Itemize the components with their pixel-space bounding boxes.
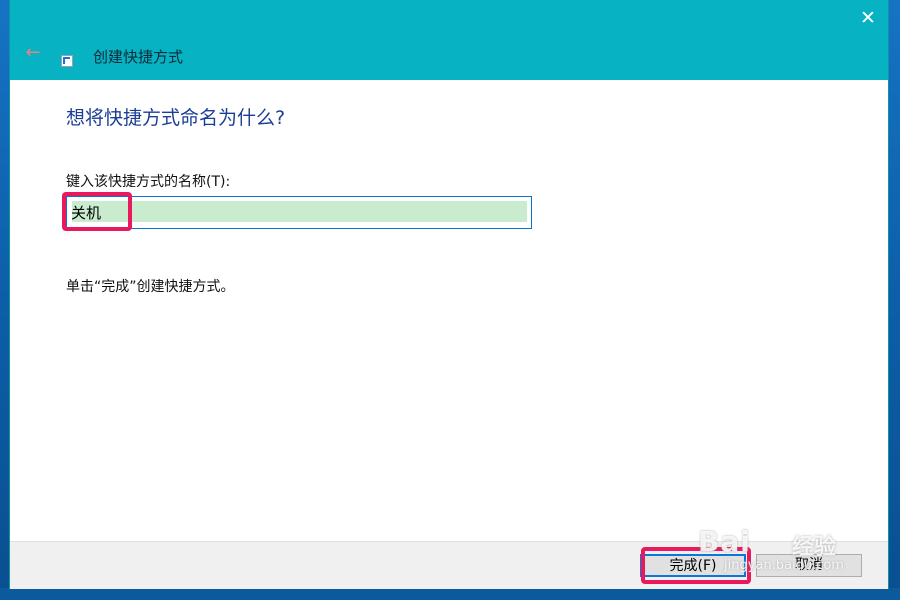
desktop-background-right <box>888 0 900 600</box>
annotation-box-name <box>62 192 132 231</box>
shortcut-icon <box>61 55 73 67</box>
baidu-jingyan-watermark: Bai 经验 jingyan.baidu.com <box>680 525 880 575</box>
desktop-background-left <box>0 0 10 600</box>
shortcut-name-input[interactable]: 关机 <box>66 196 532 229</box>
back-arrow-icon[interactable]: ← <box>22 42 44 64</box>
instruction-text: 单击“完成”创建快捷方式。 <box>66 279 235 295</box>
name-field-label: 键入该快捷方式的名称(T): <box>66 174 231 190</box>
watermark-cn: 经验 <box>792 535 837 560</box>
create-shortcut-window: ← 创建快捷方式 ✕ 想将快捷方式命名为什么? 键入该快捷方式的名称(T): 关… <box>10 0 888 589</box>
wizard-title: 创建快捷方式 <box>93 48 184 66</box>
page-heading: 想将快捷方式命名为什么? <box>66 107 286 129</box>
watermark-brand: Bai <box>698 525 751 558</box>
desktop-background-bottom <box>0 588 900 600</box>
watermark-url: jingyan.baidu.com <box>724 558 844 573</box>
close-icon[interactable]: ✕ <box>856 6 880 30</box>
titlebar: ← 创建快捷方式 ✕ <box>10 0 888 80</box>
text-selection-highlight <box>72 201 527 222</box>
